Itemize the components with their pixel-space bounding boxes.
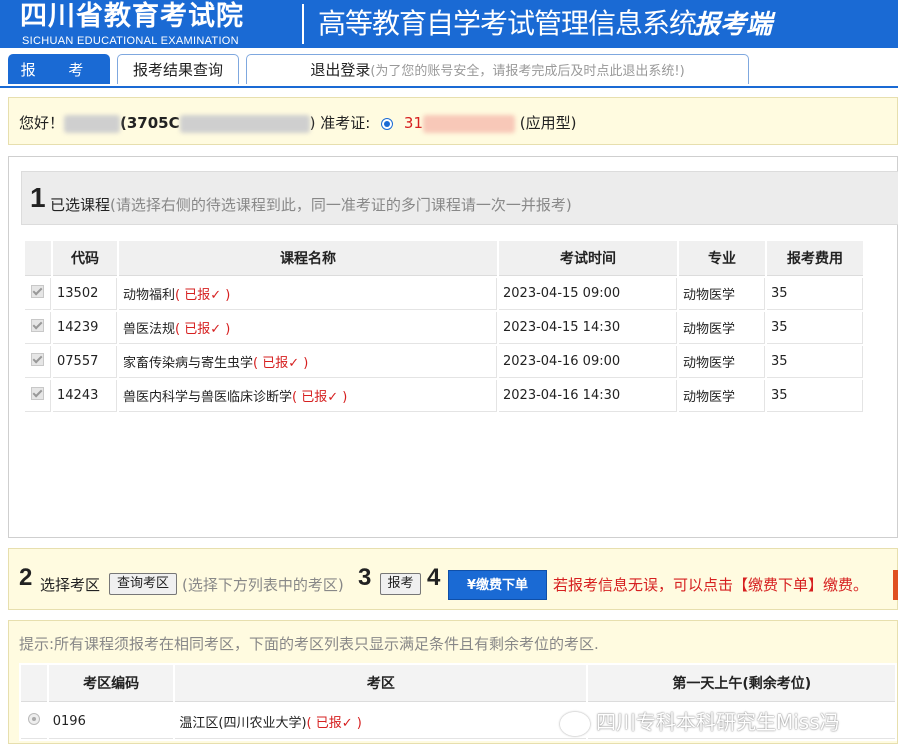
area-status: ( 已报✓ ) — [306, 715, 362, 731]
col-check — [25, 241, 51, 276]
selected-courses-panel: 1 已选课程(请选择右侧的待选课程到此，同一准考证的多门课程请一次一并报考) 代… — [8, 156, 898, 538]
step-1-number: 1 — [30, 182, 46, 213]
id-prefix: (3705C — [120, 114, 180, 132]
weibo-icon — [560, 711, 590, 736]
course-status: ( 已报✓ ) — [253, 356, 309, 371]
table-row: 13502 动物福利( 已报✓ ) 2023-04-15 09:00 动物医学 … — [25, 278, 863, 310]
redacted-name — [64, 114, 121, 133]
area-name: 温江区(四川农业大学) — [179, 715, 307, 731]
redacted-ticket — [423, 114, 515, 133]
table-header-row: 考区编码 考区 第一天上午(剩余考位) — [21, 665, 895, 702]
action-bar: 2 选择考区 查询考区 (选择下方列表中的考区) 3 报考 4 ¥缴费下单 若报… — [8, 548, 898, 610]
course-code: 14243 — [53, 380, 117, 412]
table-row: 07557 家畜传染病与寄生虫学( 已报✓ ) 2023-04-16 09:00… — [25, 346, 863, 378]
pay-notice: 若报考信息无误，可以点击【缴费下单】缴费。 — [553, 576, 869, 594]
course-major: 动物医学 — [679, 278, 765, 310]
step-2-number: 2 — [19, 564, 33, 591]
cut-off-button-edge — [893, 570, 898, 600]
course-fee: 35 — [767, 278, 863, 310]
course-major: 动物医学 — [679, 312, 765, 344]
step-4-number: 4 — [427, 564, 441, 591]
course-time: 2023-04-15 14:30 — [499, 312, 677, 344]
course-name: 动物福利 — [123, 288, 176, 303]
course-name: 兽医法规 — [123, 322, 176, 337]
course-status: ( 已报✓ ) — [292, 390, 348, 405]
selected-courses-header: 1 已选课程(请选择右侧的待选课程到此，同一准考证的多门课程请一次一并报考) — [21, 171, 898, 225]
col-course-name: 课程名称 — [119, 241, 497, 276]
register-button[interactable]: 报考 — [380, 573, 421, 595]
course-fee: 35 — [767, 312, 863, 344]
tab-logout-note: (为了您的账号安全，请报考完成后及时点此退出系统!) — [370, 64, 685, 79]
table-header-row: 代码 课程名称 考试时间 专业 报考费用 — [25, 241, 863, 276]
tab-logout[interactable]: 退出登录(为了您的账号安全，请报考完成后及时点此退出系统!) — [246, 54, 749, 84]
course-status: ( 已报✓ ) — [175, 288, 231, 303]
course-fee: 35 — [767, 346, 863, 378]
tab-result-query-label: 报考结果查询 — [132, 61, 223, 79]
site-header: 四川省教育考试院 SICHUAN EDUCATIONAL EXAMINATION… — [0, 0, 898, 48]
table-row: 14243 兽医内科学与兽医临床诊断学( 已报✓ ) 2023-04-16 14… — [25, 380, 863, 412]
selected-courses-title: 已选课程 — [50, 196, 111, 214]
ticket-label: 准考证: — [320, 114, 371, 132]
tab-result-query[interactable]: 报考结果查询 — [117, 54, 239, 84]
col-seats: 第一天上午(剩余考位) — [588, 665, 895, 702]
tab-register-label: 报 考 — [20, 61, 98, 79]
watermark-text: 四川专科本科研究生Miss冯 — [596, 710, 840, 734]
exam-area-tip: 提示:所有课程须报考在相同考区，下面的考区列表只显示满足条件且有剩余考位的考区. — [19, 635, 599, 653]
course-checkbox[interactable] — [31, 353, 44, 366]
pay-order-button[interactable]: ¥缴费下单 — [448, 570, 547, 600]
course-time: 2023-04-16 09:00 — [499, 346, 677, 378]
col-select — [21, 665, 47, 702]
ticket-type: (应用型) — [519, 114, 577, 132]
course-code: 13502 — [53, 278, 117, 310]
course-checkbox[interactable] — [31, 387, 44, 400]
id-suffix: ) — [309, 114, 316, 132]
col-major: 专业 — [679, 241, 765, 276]
choose-area-label: 选择考区 — [40, 576, 101, 594]
greeting-bar: 您好！ (3705C) 准考证: 31 (应用型) — [8, 97, 898, 145]
table-row: 14239 兽医法规( 已报✓ ) 2023-04-15 14:30 动物医学 … — [25, 312, 863, 344]
selected-courses-hint: (请选择右侧的待选课程到此，同一准考证的多门课程请一次一并报考) — [110, 196, 572, 214]
course-fee: 35 — [767, 380, 863, 412]
col-area-code: 考区编码 — [48, 665, 174, 702]
course-name: 家畜传染病与寄生虫学 — [123, 356, 254, 371]
system-title: 高等教育自学考试管理信息系统 — [318, 7, 697, 40]
org-subtitle: SICHUAN EDUCATIONAL EXAMINATION — [22, 35, 239, 47]
area-radio[interactable] — [27, 713, 40, 725]
course-name: 兽医内科学与兽医临床诊断学 — [123, 390, 293, 405]
greeting-hello: 您好！ — [19, 114, 65, 132]
step-3-number: 3 — [358, 564, 372, 591]
query-area-button[interactable]: 查询考区 — [109, 573, 177, 595]
watermark: 四川专科本科研究生Miss冯 — [560, 706, 840, 736]
ticket-prefix: 31 — [403, 114, 423, 132]
tab-bar: 报 考 报考结果查询 退出登录(为了您的账号安全，请报考完成后及时点此退出系统!… — [0, 48, 898, 88]
course-time: 2023-04-16 14:30 — [499, 380, 677, 412]
course-code: 07557 — [53, 346, 117, 378]
redacted-id — [179, 114, 310, 133]
system-tag: 报考端 — [694, 10, 773, 40]
org-title: 四川省教育考试院 — [20, 1, 244, 32]
ticket-radio[interactable] — [381, 117, 394, 130]
course-time: 2023-04-15 09:00 — [499, 278, 677, 310]
col-fee: 报考费用 — [767, 241, 863, 276]
course-checkbox[interactable] — [31, 319, 44, 332]
selected-courses-table: 代码 课程名称 考试时间 专业 报考费用 13502 动物福利( 已报✓ ) 2… — [23, 239, 865, 414]
area-code: 0196 — [48, 704, 174, 739]
course-checkbox[interactable] — [31, 285, 44, 298]
tab-logout-label: 退出登录 — [310, 61, 371, 79]
course-major: 动物医学 — [679, 380, 765, 412]
col-exam-time: 考试时间 — [499, 241, 677, 276]
course-major: 动物医学 — [679, 346, 765, 378]
header-divider — [302, 4, 304, 44]
course-status: ( 已报✓ ) — [175, 322, 231, 337]
col-area-name: 考区 — [175, 665, 587, 702]
tab-register[interactable]: 报 考 — [8, 54, 110, 84]
col-code: 代码 — [53, 241, 117, 276]
area-hint: (选择下方列表中的考区) — [182, 576, 344, 594]
course-code: 14239 — [53, 312, 117, 344]
